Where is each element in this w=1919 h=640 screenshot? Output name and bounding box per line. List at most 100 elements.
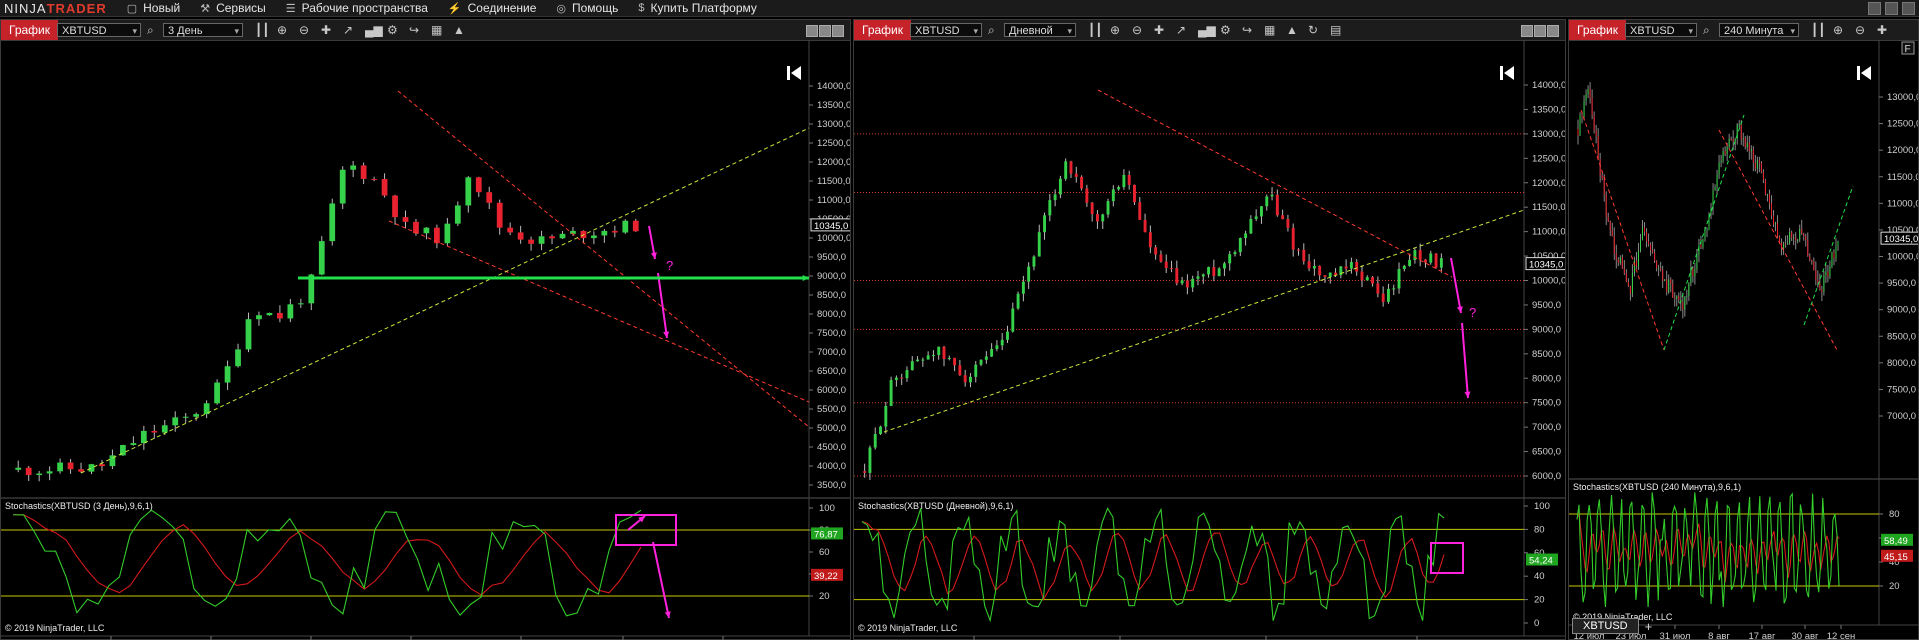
- candlestick[interactable]: [360, 162, 367, 185]
- candlestick[interactable]: [1154, 244, 1158, 260]
- candlestick[interactable]: [1349, 257, 1353, 274]
- candlestick[interactable]: [277, 305, 283, 323]
- candlestick[interactable]: [1593, 111, 1595, 134]
- candlestick[interactable]: [1793, 233, 1795, 246]
- candlestick[interactable]: [109, 449, 116, 470]
- chart-canvas[interactable]: 14000,0 13500,0 13000,0 12500,0 12000,0 11500…: [1, 40, 850, 640]
- candlestick[interactable]: [1708, 212, 1710, 231]
- candlestick[interactable]: [224, 360, 231, 390]
- candlestick[interactable]: [1799, 224, 1801, 243]
- candlestick[interactable]: [1376, 276, 1380, 298]
- candlestick[interactable]: [1090, 201, 1094, 222]
- candlestick[interactable]: [1037, 224, 1041, 257]
- drawn-arrow[interactable]: [1461, 322, 1469, 399]
- candlestick[interactable]: [25, 465, 32, 482]
- candlestick[interactable]: [1579, 112, 1581, 137]
- support-trend-line[interactable]: [80, 127, 810, 474]
- candlestick[interactable]: [130, 436, 137, 446]
- candlestick[interactable]: [1138, 197, 1142, 220]
- candlestick[interactable]: [1785, 235, 1787, 248]
- candlestick[interactable]: [1658, 264, 1660, 277]
- scroll-to-start-icon[interactable]: [1500, 66, 1514, 80]
- candlestick[interactable]: [995, 340, 999, 352]
- candlestick[interactable]: [1801, 219, 1803, 236]
- candlestick[interactable]: [1175, 260, 1179, 286]
- candlestick[interactable]: [67, 459, 74, 474]
- candlestick[interactable]: [1069, 160, 1073, 178]
- candlestick[interactable]: [1664, 279, 1666, 282]
- candlestick[interactable]: [1615, 244, 1617, 269]
- period-selector[interactable]: 240 Минута ▾: [1719, 23, 1799, 37]
- chart-canvas[interactable]: 14000,0 13500,0 13000,0 12500,0 12000,0 11500…: [854, 40, 1565, 640]
- candlestick[interactable]: [1000, 333, 1004, 351]
- candlestick[interactable]: [1813, 257, 1815, 271]
- candlestick[interactable]: [1718, 155, 1720, 180]
- candlestick[interactable]: [1756, 156, 1758, 174]
- stoch-d-line[interactable]: [12, 514, 642, 596]
- refresh-icon[interactable]: ↻: [1308, 23, 1318, 37]
- candlestick[interactable]: [507, 222, 514, 236]
- properties-icon[interactable]: ▦: [1264, 23, 1275, 37]
- candlestick[interactable]: [1402, 264, 1406, 272]
- candlestick[interactable]: [559, 231, 566, 239]
- candlestick[interactable]: [1678, 292, 1680, 304]
- candlestick[interactable]: [1064, 158, 1068, 181]
- candlestick[interactable]: [402, 210, 409, 229]
- candlestick[interactable]: [963, 369, 967, 387]
- candlestick[interactable]: [1787, 235, 1789, 245]
- candlestick[interactable]: [632, 218, 639, 232]
- candlestick[interactable]: [1831, 251, 1833, 269]
- minimize-window-button[interactable]: [1868, 2, 1881, 15]
- zoom-out-icon[interactable]: ⊖: [1132, 23, 1142, 37]
- candlestick[interactable]: [1275, 189, 1279, 217]
- candlestick[interactable]: [517, 225, 524, 244]
- candlestick[interactable]: [15, 460, 22, 473]
- instrument-selector[interactable]: XBTUSD ▾: [57, 23, 141, 37]
- candlestick[interactable]: [193, 412, 200, 421]
- candlestick[interactable]: [926, 351, 930, 360]
- candlestick[interactable]: [256, 311, 262, 326]
- minimize-panel-button[interactable]: [806, 25, 818, 37]
- candlestick[interactable]: [1762, 169, 1764, 184]
- crosshair-icon[interactable]: ✚: [321, 23, 331, 37]
- ascending-trend-line[interactable]: [1803, 185, 1854, 326]
- candlestick[interactable]: [1766, 193, 1768, 202]
- candlestick[interactable]: [1696, 248, 1698, 274]
- menu-connection[interactable]: ⚡ Соединение: [438, 1, 546, 15]
- candlestick[interactable]: [1244, 230, 1248, 246]
- candlestick[interactable]: [1577, 119, 1579, 145]
- candlestick[interactable]: [905, 366, 909, 382]
- candlestick[interactable]: [1254, 209, 1258, 222]
- candlestick[interactable]: [1148, 225, 1152, 254]
- question-mark-annotation[interactable]: ?: [1469, 305, 1476, 320]
- scroll-to-start-icon[interactable]: [787, 66, 801, 80]
- candlestick[interactable]: [1730, 136, 1732, 141]
- candlestick[interactable]: [1633, 256, 1635, 277]
- strategies-icon[interactable]: ⚙: [387, 23, 398, 37]
- candlestick[interactable]: [931, 350, 935, 362]
- minimize-panel-button[interactable]: [1521, 25, 1533, 37]
- candlestick[interactable]: [1674, 292, 1676, 307]
- candlestick[interactable]: [1635, 251, 1637, 269]
- candlestick[interactable]: [1837, 240, 1839, 251]
- candlestick[interactable]: [1662, 265, 1664, 289]
- candlestick[interactable]: [1783, 241, 1785, 255]
- candlestick[interactable]: [1627, 278, 1629, 288]
- candlestick[interactable]: [1631, 264, 1633, 298]
- candlestick[interactable]: [1644, 222, 1646, 236]
- candlestick[interactable]: [1758, 156, 1760, 173]
- candlestick[interactable]: [371, 176, 377, 182]
- candlestick[interactable]: [1249, 215, 1253, 235]
- draw-tools-icon[interactable]: ↗: [343, 23, 353, 37]
- highlight-box[interactable]: [1430, 542, 1464, 574]
- zoom-out-icon[interactable]: ⊖: [1855, 23, 1865, 37]
- candlestick[interactable]: [434, 224, 440, 249]
- candlestick[interactable]: [1260, 206, 1263, 224]
- candlestick[interactable]: [1101, 213, 1105, 230]
- candlestick[interactable]: [1302, 243, 1306, 265]
- candlestick[interactable]: [1668, 274, 1670, 294]
- candlestick[interactable]: [937, 346, 941, 360]
- candlestick[interactable]: [538, 230, 545, 251]
- descending-trend-line[interactable]: [1580, 109, 1665, 351]
- candlestick[interactable]: [1418, 243, 1422, 267]
